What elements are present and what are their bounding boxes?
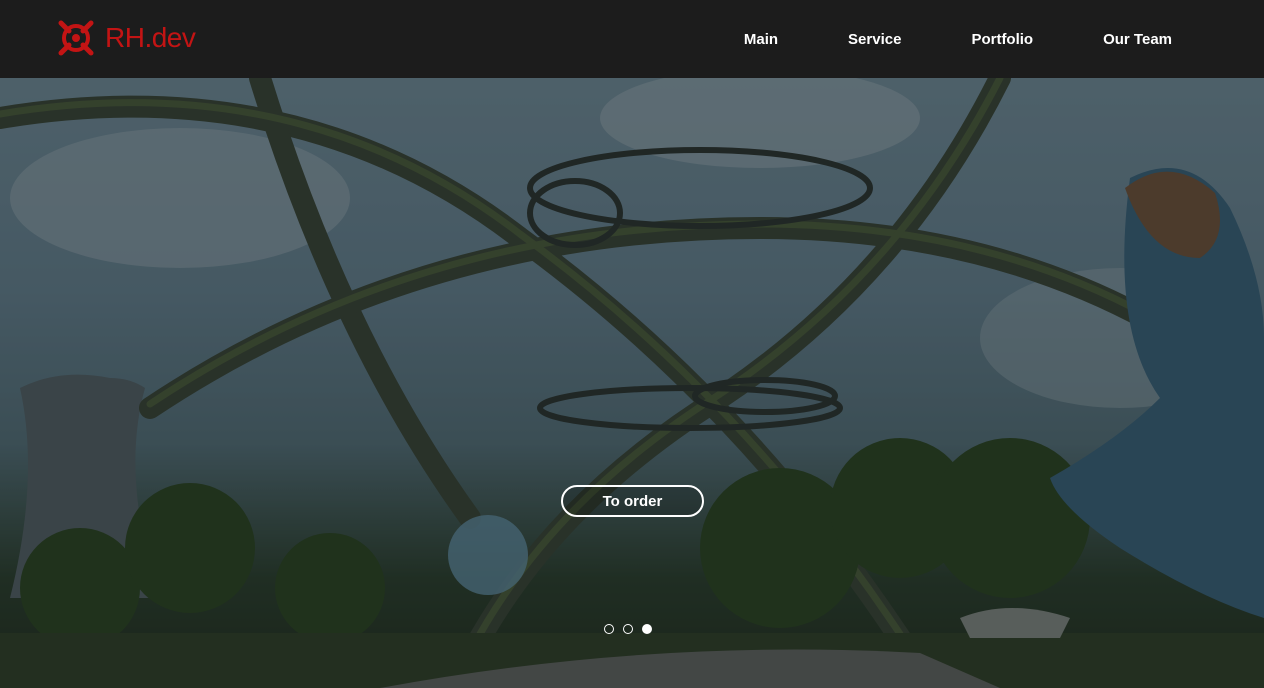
slider-dot-1[interactable] — [604, 624, 614, 634]
nav-item-our-team[interactable]: Our Team — [1103, 31, 1172, 48]
main-nav: Main Service Portfolio Our Team — [744, 0, 1172, 78]
brand-name: RH.dev — [105, 22, 196, 53]
slider-pagination — [604, 624, 652, 634]
nav-item-service[interactable]: Service — [848, 31, 901, 48]
brand-logo[interactable]: RH.dev — [57, 18, 196, 58]
to-order-button[interactable]: To order — [561, 485, 704, 517]
slider-dot-3[interactable] — [642, 624, 652, 634]
nav-item-main[interactable]: Main — [744, 31, 778, 48]
hero-slider: To order — [0, 78, 1264, 688]
top-navbar: RH.dev Main Service Portfolio Our Team — [0, 0, 1264, 78]
hero-overlay — [0, 78, 1264, 688]
nav-item-portfolio[interactable]: Portfolio — [971, 31, 1033, 48]
crosshair-logo-icon — [57, 19, 95, 57]
slider-dot-2[interactable] — [623, 624, 633, 634]
